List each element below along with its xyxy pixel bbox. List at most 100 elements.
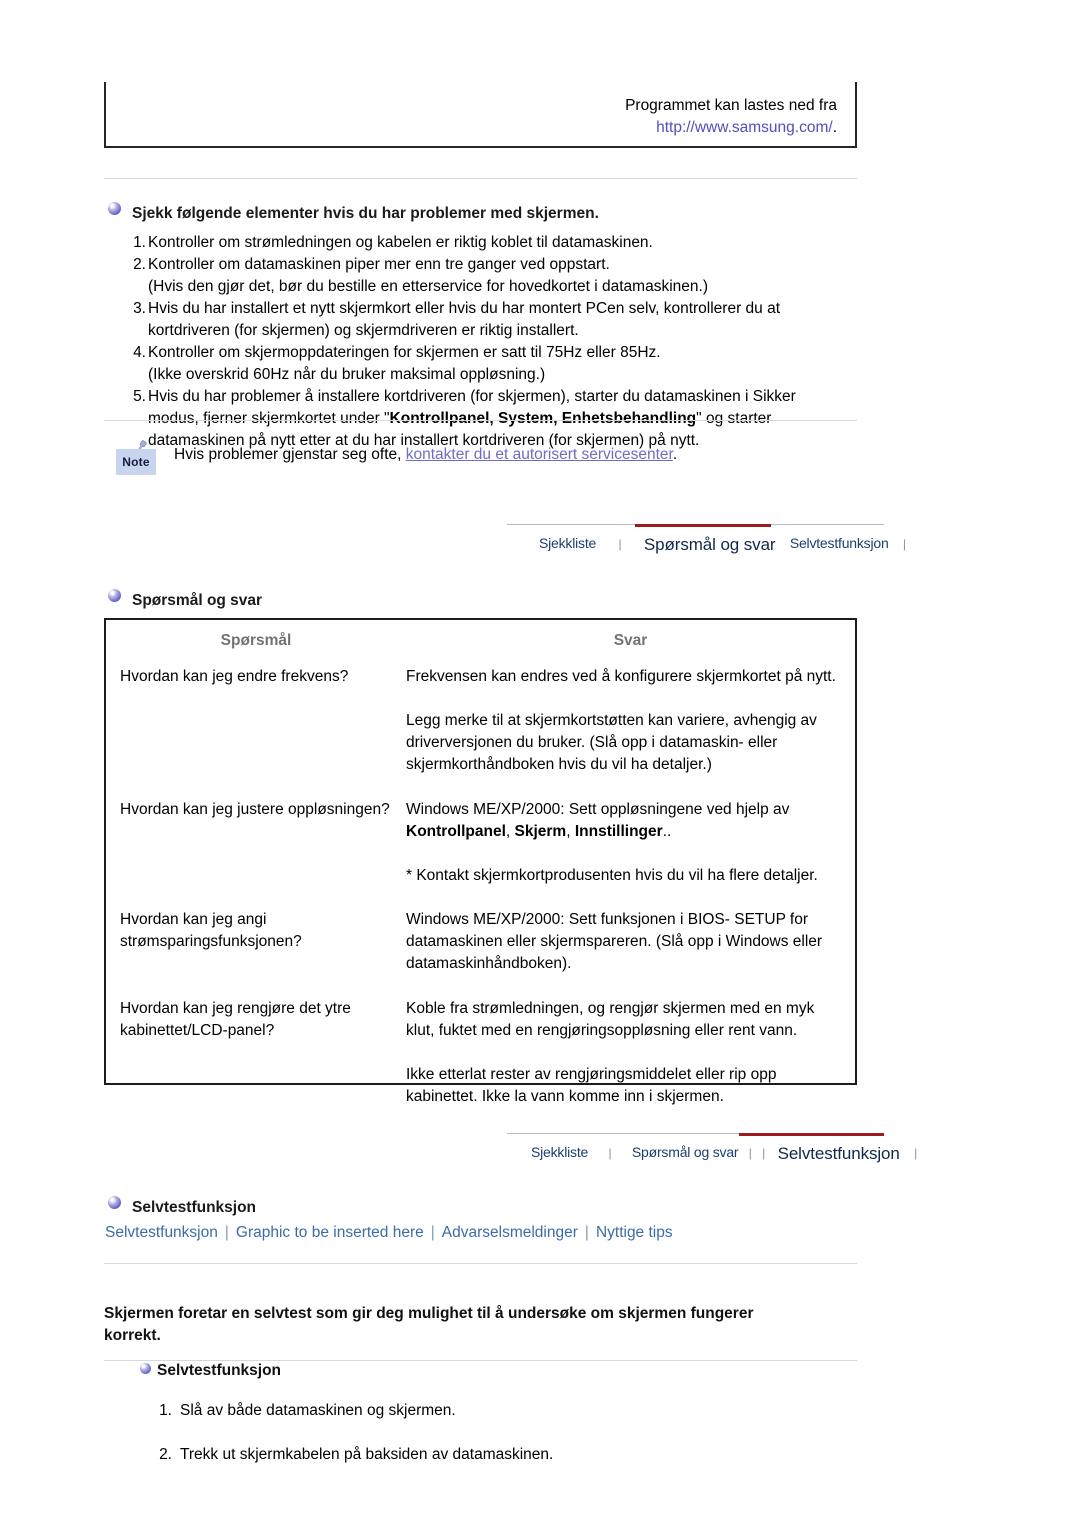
qa-answer-2a: Windows ME/XP/2000: Sett oppløsningene v… (406, 800, 790, 840)
tabnav-active-indicator (635, 524, 771, 527)
selftest-intro-paragraph: Skjermen foretar en selvtest som gir deg… (104, 1303, 864, 1348)
note-text: Hvis problemer gjenstar seg ofte, kontak… (174, 446, 677, 464)
download-info-text: Programmet kan lastes ned fra http://www… (625, 95, 837, 140)
selftest-step-2-text: Trekk ut skjermkabelen på baksiden av da… (180, 1446, 554, 1464)
sublink-graphic[interactable]: Graphic to be inserted here (236, 1224, 424, 1241)
selftest-section-heading: Selvtestfunksjon (108, 1195, 257, 1217)
divider-above-subheading (104, 1360, 857, 1361)
checklist-item-5-line-b: modus, fjerner skjermkortet under "Kontr… (148, 408, 864, 430)
qa-question-2: Hvordan kan jeg justere oppløsningen? (120, 800, 390, 818)
service-center-link[interactable]: kontakter du et autorisert servicesenter (406, 446, 673, 463)
qa-answer-1b: Legg merke til at skjermkortstøtten kan … (406, 712, 817, 774)
note-badge-label: Note (122, 455, 150, 469)
checklist-item-2-subtext: (Hvis den gjør det, bør du bestille en e… (148, 278, 708, 295)
note-text-post: . (672, 446, 678, 463)
sublink-separator-3: | (584, 1224, 589, 1241)
qa-answer-2a-pre: Windows ME/XP/2000: Sett oppløsningene v… (406, 800, 790, 818)
checklist-item-4-text: Kontroller om skjermoppdateringen for sk… (148, 344, 661, 361)
selftest-sub-heading-label: Selvtestfunksjon (157, 1362, 282, 1379)
download-info-line1: Programmet kan lastes ned fra (625, 97, 837, 114)
tab-navigation-top: Sjekkliste | Spørsmål og svar Selvtestfu… (507, 524, 906, 562)
qa-answer-2a-bold-3: Innstillinger (574, 822, 663, 840)
selftest-intro-line1: Skjermen foretar en selvtest som gir deg… (104, 1305, 754, 1322)
qa-answer-4a: Koble fra strømledningen, og rengjør skj… (406, 999, 815, 1039)
qa-question-4-cont (106, 1064, 406, 1118)
note-text-pre: Hvis problemer gjenstar seg ofte, (174, 446, 406, 463)
selftest-section-heading-label: Selvtestfunksjon (132, 1199, 257, 1216)
checklist-item-3-text: Hvis du har installert et nytt skjermkor… (148, 300, 781, 317)
divider-below-sublinks (104, 1263, 857, 1264)
selftest-intro-line2: korrekt. (104, 1327, 161, 1345)
tab-sporsmal-og-svar[interactable]: Spørsmål og svar (632, 1144, 739, 1160)
checklist-item-5-number: 5. (133, 388, 146, 405)
sublink-advarselsmeldinger[interactable]: Advarselsmeldinger (442, 1224, 578, 1241)
table-row: Hvordan kan jeg justere oppløsningen? Wi… (106, 799, 855, 865)
checklist-item-5-text-b-pre: modus, fjerner skjermkortet under " (148, 410, 390, 427)
download-info-period: . (832, 119, 837, 137)
bullet-sphere-icon (108, 588, 121, 602)
selftest-step-1-text: Slå av både datamaskinen og skjermen. (180, 1402, 456, 1419)
sublink-separator-1: | (224, 1224, 229, 1241)
tab-sporsmal-og-svar[interactable]: Spørsmål og svar (644, 535, 776, 555)
qa-answer-4b: Ikke etterlat rester av rengjøringsmidde… (406, 1065, 777, 1106)
checklist-item-4: 4. Kontroller om skjermoppdateringen for… (104, 342, 864, 386)
qa-question-3: Hvordan kan jeg angi strømsparingsfunksj… (120, 911, 302, 951)
tabnav-tabs: Sjekkliste | Spørsmål og svar | | Selvte… (507, 1142, 918, 1164)
bullet-sphere-icon (108, 1195, 121, 1209)
qa-table: Spørsmål Svar Hvordan kan jeg endre frek… (106, 620, 855, 1118)
qa-col-header-question: Spørsmål (220, 632, 292, 649)
bullet-sphere-icon (140, 1363, 151, 1375)
tab-selvtestfunksjon[interactable]: Selvtestfunksjon (790, 535, 889, 551)
tabnav-active-indicator (739, 1133, 884, 1136)
note-badge-box: Note (116, 449, 156, 475)
sublink-selvtestfunksjon[interactable]: Selvtestfunksjon (105, 1224, 218, 1241)
checklist-item-2-text: Kontroller om datamaskinen piper mer enn… (148, 256, 610, 273)
checklist-item-5-text-b-post: " og starter (696, 410, 772, 427)
tabnav-tabs: Sjekkliste | Spørsmål og svar Selvtestfu… (507, 533, 906, 555)
checklist-item-3: 3. Hvis du har installert et nytt skjerm… (104, 298, 864, 342)
checklist-item-1: 1. Kontroller om strømledningen og kabel… (104, 232, 864, 254)
tabnav-separator-1: | (608, 1146, 612, 1160)
qa-answer-3: Windows ME/XP/2000: Sett funksjonen i BI… (406, 911, 823, 973)
sublink-separator-2: | (430, 1224, 435, 1241)
tab-selvtestfunksjon[interactable]: Selvtestfunksjon (778, 1144, 900, 1164)
checklist-item-3-number: 3. (133, 300, 146, 317)
selftest-sublinks: Selvtestfunksjon | Graphic to be inserted … (105, 1224, 673, 1242)
table-row: Hvordan kan jeg angi strømsparingsfunksj… (106, 909, 855, 997)
checklist-list: 1. Kontroller om strømledningen og kabel… (104, 232, 864, 452)
tabnav-separator-2: | (748, 1146, 752, 1160)
qa-answer-2b: * Kontakt skjermkortprodusenten hvis du … (406, 866, 818, 884)
tabnav-separator-1: | (618, 537, 622, 551)
tabnav-separator-4: | (914, 1146, 918, 1160)
checklist-item-1-text: Kontroller om strømledningen og kabelen … (148, 234, 653, 251)
selftest-step-2-number: 2. (159, 1446, 172, 1464)
qa-section-heading-label: Spørsmål og svar (132, 592, 263, 609)
list-item: 1. Slå av både datamaskinen og skjermen. (140, 1400, 860, 1422)
selftest-step-1-number: 1. (159, 1402, 172, 1419)
checklist-item-4-number: 4. (133, 344, 146, 361)
qa-section-heading: Spørsmål og svar (108, 588, 263, 610)
note-badge: Note (116, 439, 156, 475)
bullet-sphere-icon (108, 201, 121, 215)
note-row: Note Hvis problemer gjenstar seg ofte, k… (104, 436, 864, 480)
checklist-item-2: 2. Kontroller om datamaskinen piper mer … (104, 254, 864, 298)
samsung-website-link[interactable]: http://www.samsung.com/ (656, 119, 833, 136)
table-row: Hvordan kan jeg endre frekvens? Frekvens… (106, 666, 855, 710)
qa-question-2-cont (106, 865, 406, 909)
divider-below-checklist (104, 420, 857, 421)
tab-sjekkliste[interactable]: Sjekkliste (539, 535, 596, 551)
checklist-item-5-bold: Kontrollpanel, System, Enhetsbehandling (389, 410, 697, 427)
qa-answer-2a-bold-2: Skjerm (514, 822, 567, 840)
table-row: * Kontakt skjermkortprodusenten hvis du … (106, 865, 855, 909)
download-info-box: Programmet kan lastes ned fra http://www… (104, 82, 857, 148)
divider-top (104, 178, 857, 179)
checklist-item-4-subtext: (Ikke overskrid 60Hz når du bruker maksi… (148, 366, 546, 383)
manual-page: Programmet kan lastes ned fra http://www… (0, 0, 1080, 1528)
sublink-nyttige-tips[interactable]: Nyttige tips (596, 1224, 673, 1241)
selftest-steps-list: 1. Slå av både datamaskinen og skjermen.… (140, 1400, 860, 1489)
checklist-item-1-number: 1. (133, 234, 146, 251)
qa-answer-2a-bold-1: Kontrollpanel (406, 822, 506, 840)
tabnav-separator-2: | (902, 537, 906, 551)
tab-sjekkliste[interactable]: Sjekkliste (531, 1144, 588, 1160)
qa-col-header-answer: Svar (613, 632, 648, 649)
